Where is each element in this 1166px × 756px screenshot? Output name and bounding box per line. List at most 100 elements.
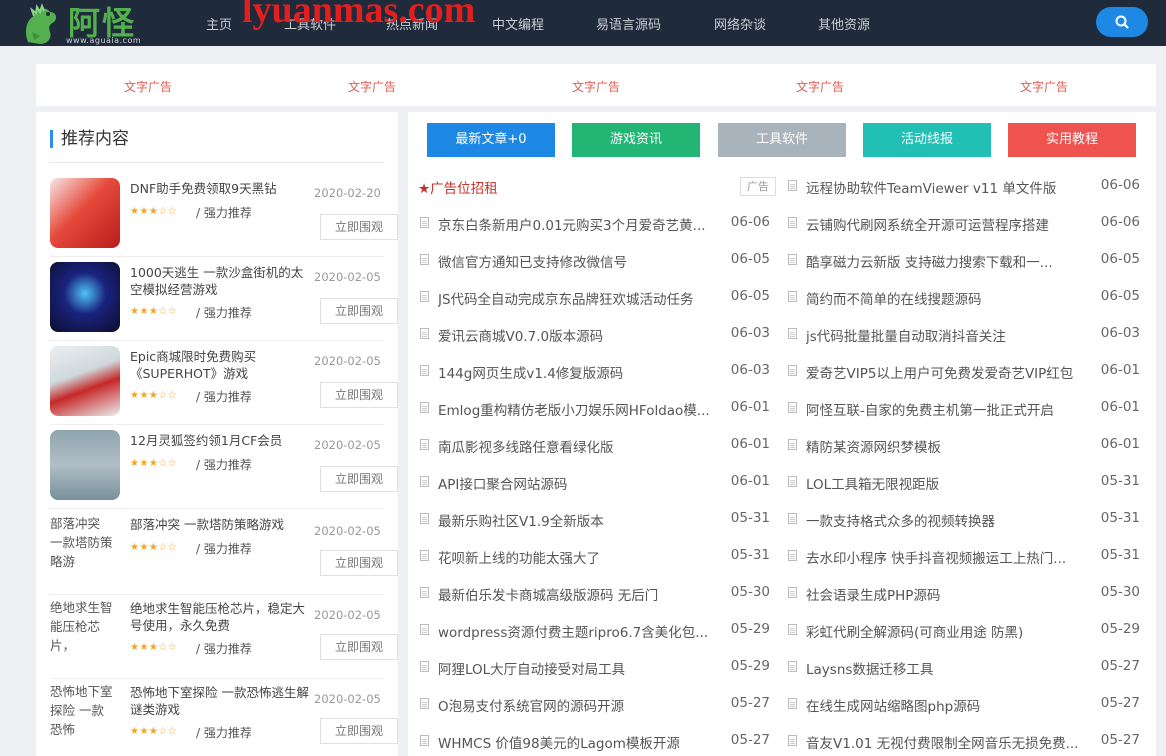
article-title[interactable]: 京东白条新用户0.01元购买3个月爱奇艺黄...	[438, 214, 726, 234]
item-thumbnail[interactable]	[50, 346, 120, 416]
article-row[interactable]: WHMCS 价值98美元的Lagom模板开源 05-27	[418, 730, 778, 756]
item-title[interactable]: Epic商城限时免费购买《SUPERHOT》游戏	[130, 348, 310, 382]
view-now-button[interactable]: 立即围观	[320, 298, 398, 324]
tab-tool-software[interactable]: 工具软件	[718, 123, 846, 157]
view-now-button[interactable]: 立即围观	[320, 634, 398, 660]
article-row[interactable]: 彩虹代刷全解源码(可商业用途 防黑) 05-29	[786, 619, 1148, 656]
article-title[interactable]: 南瓜影视多线路任意看绿化版	[438, 436, 726, 456]
article-row[interactable]: 京东白条新用户0.01元购买3个月爱奇艺黄... 06-06	[418, 212, 778, 249]
article-title[interactable]: 云铺购代刷网系统全开源可运营程序搭建	[806, 214, 1094, 234]
article-title[interactable]: 远程协助软件TeamViewer v11 单文件版	[806, 177, 1094, 197]
article-row[interactable]: 阿怪互联-自家的免费主机第一批正式开启 06-01	[786, 397, 1148, 434]
article-title[interactable]: 最新伯乐发卡商城高级版源码 无后门	[438, 584, 726, 604]
nav-network-talk[interactable]: 网络杂谈	[714, 14, 766, 33]
article-row[interactable]: 最新伯乐发卡商城高级版源码 无后门 05-30	[418, 582, 778, 619]
item-title[interactable]: 部落冲突 一款塔防策略游戏	[130, 516, 310, 533]
article-row[interactable]: Emlog重构精仿老版小刀娱乐网HFoldao模... 06-01	[418, 397, 778, 434]
tab-latest-articles[interactable]: 最新文章+0	[427, 123, 555, 157]
article-row[interactable]: 社会语录生成PHP源码 05-30	[786, 582, 1148, 619]
article-title[interactable]: LOL工具箱无限视距版	[806, 473, 1094, 493]
view-now-button[interactable]: 立即围观	[320, 214, 398, 240]
nav-chinese-programming[interactable]: 中文编程	[492, 14, 544, 33]
article-row[interactable]: 最新乐购社区V1.9全新版本 05-31	[418, 508, 778, 545]
recommended-item[interactable]: 恐怖地下室探险 一款恐怖 恐怖地下室探险 一款恐怖逃生解谜类游戏 ★★★☆☆ /…	[50, 682, 398, 756]
recommended-item[interactable]: 1000天逃生 一款沙盒街机的太空模拟经营游戏 ★★★☆☆ / 强力推荐 202…	[50, 262, 398, 344]
recommended-item[interactable]: Epic商城限时免费购买《SUPERHOT》游戏 ★★★☆☆ / 强力推荐 20…	[50, 346, 398, 428]
article-row[interactable]: 爱讯云商城V0.7.0版本源码 06-03	[418, 323, 778, 360]
view-now-button[interactable]: 立即围观	[320, 550, 398, 576]
view-now-button[interactable]: 立即围观	[320, 466, 398, 492]
article-row[interactable]: 微信官方通知已支持修改微信号 06-05	[418, 249, 778, 286]
article-title[interactable]: API接口聚合网站源码	[438, 473, 726, 493]
article-title[interactable]: Emlog重构精仿老版小刀娱乐网HFoldao模...	[438, 399, 726, 419]
recommended-item[interactable]: DNF助手免费领取9天黑钻 ★★★☆☆ / 强力推荐 2020-02-20 立即…	[50, 178, 398, 260]
item-thumbnail-alt[interactable]: 部落冲突 一款塔防策略游	[50, 514, 114, 571]
article-title[interactable]: O泡易支付系统官网的源码开源	[438, 695, 726, 715]
article-row[interactable]: LOL工具箱无限视距版 05-31	[786, 471, 1148, 508]
article-title[interactable]: 最新乐购社区V1.9全新版本	[438, 510, 726, 530]
item-title[interactable]: DNF助手免费领取9天黑钻	[130, 180, 310, 197]
article-row[interactable]: O泡易支付系统官网的源码开源 05-27	[418, 693, 778, 730]
site-logo[interactable]: 阿怪 www.aguaia.com	[22, 2, 157, 46]
item-thumbnail-alt[interactable]: 绝地求生智能压枪芯片，	[50, 598, 114, 655]
article-title[interactable]: 社会语录生成PHP源码	[806, 584, 1094, 604]
nav-home[interactable]: 主页	[206, 14, 232, 33]
article-row[interactable]: js代码批量批量自动取消抖音关注 06-03	[786, 323, 1148, 360]
recommended-item[interactable]: 部落冲突 一款塔防策略游 部落冲突 一款塔防策略游戏 ★★★☆☆ / 强力推荐 …	[50, 514, 398, 596]
text-ad-link[interactable]: 文字广告	[572, 78, 620, 95]
article-row[interactable]: 南瓜影视多线路任意看绿化版 06-01	[418, 434, 778, 471]
article-title[interactable]: wordpress资源付费主题ripro6.7含美化包...	[438, 621, 726, 641]
article-title[interactable]: 144g网页生成v1.4修复版源码	[438, 362, 726, 382]
article-title[interactable]: js代码批量批量自动取消抖音关注	[806, 325, 1094, 345]
view-now-button[interactable]: 立即围观	[320, 718, 398, 744]
search-button[interactable]	[1096, 7, 1148, 37]
article-title[interactable]: 简约而不简单的在线搜题源码	[806, 288, 1094, 308]
article-title[interactable]: 花呗新上线的功能太强大了	[438, 547, 726, 567]
article-title[interactable]: 爱奇艺VIP5以上用户可免费发爱奇艺VIP红包	[806, 362, 1094, 382]
article-row[interactable]: API接口聚合网站源码 06-01	[418, 471, 778, 508]
text-ad-link[interactable]: 文字广告	[124, 78, 172, 95]
article-title[interactable]: Laysns数据迁移工具	[806, 658, 1094, 678]
article-row[interactable]: 花呗新上线的功能太强大了 05-31	[418, 545, 778, 582]
text-ad-link[interactable]: 文字广告	[348, 78, 396, 95]
tab-activity-tips[interactable]: 活动线报	[863, 123, 991, 157]
article-row[interactable]: 简约而不简单的在线搜题源码 06-05	[786, 286, 1148, 323]
article-row[interactable]: JS代码全自动完成京东品牌狂欢城活动任务 06-05	[418, 286, 778, 323]
article-title[interactable]: 酷享磁力云新版 支持磁力搜索下载和一...	[806, 251, 1094, 271]
article-title[interactable]: 微信官方通知已支持修改微信号	[438, 251, 726, 271]
article-row[interactable]: 在线生成网站缩略图php源码 05-27	[786, 693, 1148, 730]
recommended-item[interactable]: 绝地求生智能压枪芯片， 绝地求生智能压枪芯片，稳定大号使用，永久免费 ★★★☆☆…	[50, 598, 398, 680]
article-row[interactable]: wordpress资源付费主题ripro6.7含美化包... 05-29	[418, 619, 778, 656]
article-title[interactable]: 彩虹代刷全解源码(可商业用途 防黑)	[806, 621, 1094, 641]
recommended-item[interactable]: 12月灵狐签约领1月CF会员 ★★★☆☆ / 强力推荐 2020-02-05 立…	[50, 430, 398, 512]
article-title[interactable]: 阿怪互联-自家的免费主机第一批正式开启	[806, 399, 1094, 419]
tab-game-news[interactable]: 游戏资讯	[572, 123, 700, 157]
article-title[interactable]: 在线生成网站缩略图php源码	[806, 695, 1094, 715]
article-row[interactable]: 去水印小程序 快手抖音视频搬运工上热门... 05-31	[786, 545, 1148, 582]
article-title[interactable]: JS代码全自动完成京东品牌狂欢城活动任务	[438, 288, 726, 308]
article-title[interactable]: 去水印小程序 快手抖音视频搬运工上热门...	[806, 547, 1094, 567]
article-row[interactable]: 酷享磁力云新版 支持磁力搜索下载和一... 06-05	[786, 249, 1148, 286]
tab-tutorials[interactable]: 实用教程	[1008, 123, 1136, 157]
article-row[interactable]: 爱奇艺VIP5以上用户可免费发爱奇艺VIP红包 06-01	[786, 360, 1148, 397]
article-title[interactable]: 一款支持格式众多的视频转换器	[806, 510, 1094, 530]
article-row[interactable]: 云铺购代刷网系统全开源可运营程序搭建 06-06	[786, 212, 1148, 249]
view-now-button[interactable]: 立即围观	[320, 382, 398, 408]
article-title[interactable]: 精防某资源网织梦模板	[806, 436, 1094, 456]
article-title[interactable]: 阿狸LOL大厅自动接受对局工具	[438, 658, 726, 678]
item-title[interactable]: 12月灵狐签约领1月CF会员	[130, 432, 310, 449]
item-thumbnail[interactable]	[50, 178, 120, 248]
text-ad-link[interactable]: 文字广告	[1020, 78, 1068, 95]
item-title[interactable]: 绝地求生智能压枪芯片，稳定大号使用，永久免费	[130, 600, 310, 634]
ad-slot-row[interactable]: ★广告位招租 广告	[418, 175, 778, 212]
article-row[interactable]: 音友V1.01 无视付费限制全网音乐无损免费... 05-27	[786, 730, 1148, 756]
article-row[interactable]: 远程协助软件TeamViewer v11 单文件版 06-06	[786, 175, 1148, 212]
article-row[interactable]: 144g网页生成v1.4修复版源码 06-03	[418, 360, 778, 397]
item-thumbnail[interactable]	[50, 262, 120, 332]
item-thumbnail-alt[interactable]: 恐怖地下室探险 一款恐怖	[50, 682, 114, 739]
article-row[interactable]: Laysns数据迁移工具 05-27	[786, 656, 1148, 693]
article-row[interactable]: 精防某资源网织梦模板 06-01	[786, 434, 1148, 471]
article-title[interactable]: 音友V1.01 无视付费限制全网音乐无损免费...	[806, 732, 1094, 752]
text-ad-link[interactable]: 文字广告	[796, 78, 844, 95]
ad-slot-title[interactable]: ★广告位招租	[418, 177, 498, 197]
